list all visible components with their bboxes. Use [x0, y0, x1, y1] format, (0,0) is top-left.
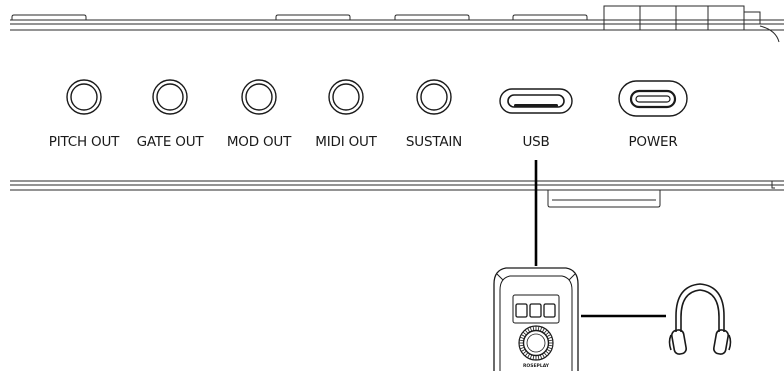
knob-tick [548, 336, 552, 339]
jack-port-sustain [416, 79, 452, 115]
connection-diagram: PITCH OUT GATE OUT MOD OUT MIDI OUT SUST… [10, 5, 784, 371]
knob-tick [525, 352, 528, 356]
port-label-mod-out: MOD OUT [227, 134, 292, 150]
port-label-power: POWER [628, 134, 677, 150]
knob-tick [529, 327, 532, 331]
knob-tick [542, 328, 545, 332]
knob-tick [521, 349, 525, 352]
knob-tick [521, 334, 525, 337]
knob-tick [548, 339, 553, 342]
port-label-usb: USB [522, 134, 549, 150]
knob-tick [529, 355, 532, 359]
knob-tick [537, 355, 540, 360]
port-label-gate-out: GATE OUT [137, 134, 205, 150]
knob-tick [537, 326, 540, 331]
power-port [618, 80, 688, 117]
device-brand-text: ROSEPLAY [523, 363, 550, 369]
knob-tick [519, 339, 524, 342]
usb-audio-interface-icon [493, 267, 579, 371]
port-label-midi-out: MIDI OUT [315, 134, 377, 150]
knob-tick [540, 327, 543, 331]
knob-tick [520, 347, 524, 350]
knob-tick [532, 355, 535, 360]
knob-tick [545, 332, 549, 335]
knob-tick [548, 347, 552, 350]
knob-tick [527, 354, 530, 358]
jack-port-midi-out [328, 79, 364, 115]
jack-port-gate-out [152, 79, 188, 115]
usb-c-port [499, 88, 573, 114]
knob-tick [520, 336, 524, 339]
knob-tick [525, 330, 528, 334]
knob-tick [519, 344, 524, 347]
knob-tick [547, 334, 551, 337]
knob-tick [547, 349, 551, 352]
knob-tick [527, 328, 530, 332]
knob-tick [523, 332, 527, 335]
knob-tick [532, 326, 535, 331]
port-label-sustain: SUSTAIN [406, 134, 462, 150]
headphones-icon [668, 283, 732, 355]
jack-port-mod-out [241, 79, 277, 115]
knob-tick [544, 330, 547, 334]
jack-port-pitch-out [66, 79, 102, 115]
knob-tick [544, 352, 547, 356]
knob-tick [542, 354, 545, 358]
knob-tick [548, 344, 553, 347]
knob-tick [523, 351, 527, 354]
port-label-pitch-out: PITCH OUT [49, 134, 120, 150]
knob-tick [545, 351, 549, 354]
knob-tick [540, 355, 543, 359]
